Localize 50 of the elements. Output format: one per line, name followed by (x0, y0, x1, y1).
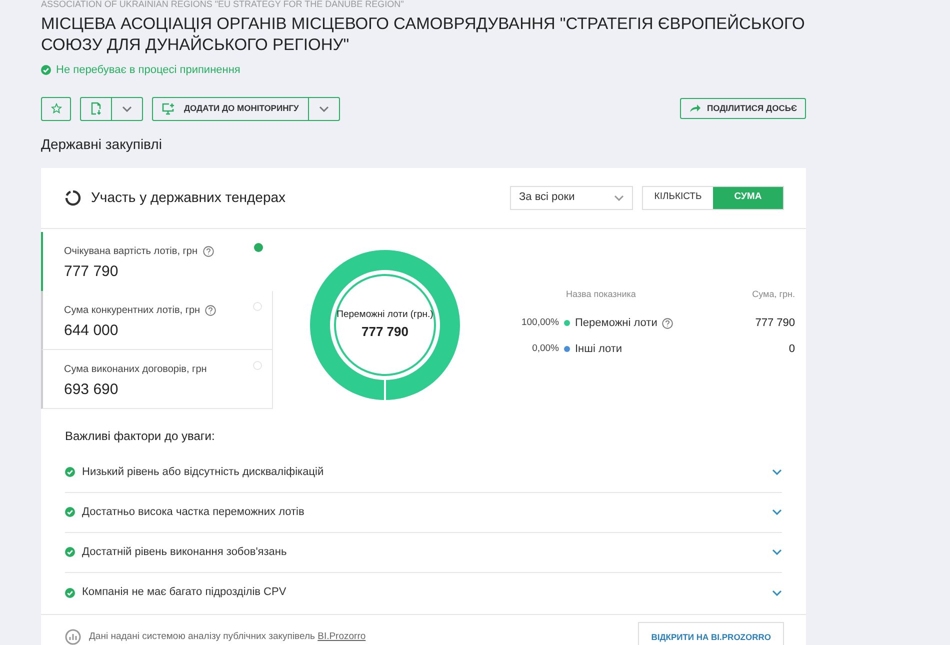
section-title: Державні закупівлі (41, 134, 163, 154)
donut-center-label: Переможні лоти (грн.) (336, 308, 434, 322)
legend-value: 777 790 (755, 316, 795, 331)
legend-percent: 100,00% (520, 316, 559, 330)
help-icon[interactable] (205, 304, 216, 316)
help-icon[interactable] (662, 318, 674, 328)
document-download-icon (90, 102, 102, 115)
legend-value: 0 (788, 342, 795, 357)
metric-value: 644 000 (64, 320, 120, 340)
column-header: Сума, грн. (752, 288, 795, 301)
metric-label: Сума конкурентних лотів, грн (64, 304, 200, 318)
factor-row[interactable]: Достатньо висока частка переможних лотів (65, 492, 782, 532)
period-select[interactable]: За всі роки (510, 186, 633, 210)
factors-title: Важливі фактори до уваги: (65, 428, 216, 444)
open-bi-prozorro-button[interactable]: ВІДКРИТИ НА BI.PROZORRO (638, 622, 784, 645)
organization-subtitle: ASSOCIATION OF UKRAINIAN REGIONS "EU STRATEGY FOR THE DANUBE REGION" (41, 0, 405, 10)
metric-value: 693 690 (64, 380, 120, 400)
bi-prozorro-link[interactable]: BI.Prozorro (318, 630, 366, 642)
monitor-plus-icon (162, 102, 175, 114)
chevron-down-icon (122, 106, 132, 112)
chevron-down-icon (614, 194, 624, 200)
metric-label: Очікувана вартість лотів, грн (64, 244, 198, 258)
organization-title: МІСЦЕВА АСОЦІАЦІЯ ОРГАНІВ МІСЦЕВОГО САМОВРЯДУВАННЯ "СТРАТЕГІЯ ЄВРОПЕЙСЬКОГО СОЮЗУ ДЛЯ ДУНАЙСЬКОГО РЕГІОНУ" (41, 14, 806, 56)
card-title: Участь у державних тендерах (91, 188, 286, 207)
share-dossier-button[interactable]: ПОДІЛИТИСЯ ДОСЬЄ (680, 98, 806, 119)
legend-label: Інші лоти (575, 342, 622, 357)
footer-text: Дані надані системою аналізу публічних закупівель (89, 630, 316, 642)
metric-card[interactable]: Сума конкурентних лотів, грн 644 000 (41, 290, 273, 350)
metric-value: 777 790 (64, 262, 120, 282)
legend-label: Переможні лоти (575, 316, 658, 331)
help-icon[interactable] (202, 246, 214, 256)
chart-logo-icon (65, 629, 81, 645)
favorite-button[interactable] (41, 96, 71, 120)
status-text: Не перебуває в процесі припинення (56, 63, 240, 78)
factor-text: Низький рівень або відсутність дискваліфікацій (82, 464, 325, 480)
chevron-down-icon (318, 106, 329, 112)
loading-circle-icon (65, 190, 81, 206)
factor-text: Достатньо висока частка переможних лотів (82, 504, 306, 520)
metric-card[interactable]: Сума виконаних договорів, грн 693 690 (41, 350, 273, 408)
column-header: Назва показника (566, 288, 636, 300)
star-icon (50, 103, 62, 114)
factor-text: Компанія не має багато підрозділів CPV (82, 585, 288, 600)
legend-percent: 0,00% (531, 342, 559, 356)
factor-text: Достатній рівень виконання зобов'язань (82, 544, 288, 560)
factor-row[interactable]: Компанія не має багато підрозділів CPV (65, 572, 782, 612)
factor-row[interactable]: Низький рівень або відсутність дискваліфікацій (65, 452, 782, 492)
donut-center-value: 777 790 (362, 322, 408, 341)
share-arrow-icon (689, 104, 702, 113)
factor-row[interactable]: Достатній рівень виконання зобов'язань (65, 532, 782, 572)
metric-label: Сума виконаних договорів, грн (64, 362, 207, 376)
